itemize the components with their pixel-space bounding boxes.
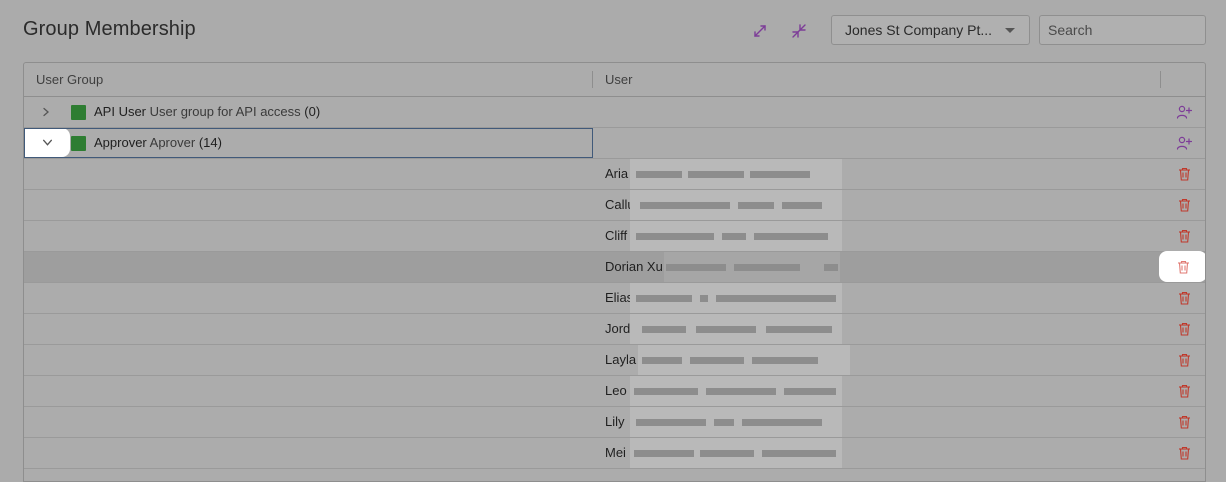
add-user-icon[interactable] bbox=[1174, 102, 1194, 122]
redacted-email bbox=[630, 407, 842, 437]
redacted-email bbox=[630, 314, 842, 344]
page-header: Group Membership Jones St Company Pt... bbox=[0, 0, 1226, 62]
user-row[interactable]: Jord bbox=[24, 314, 1205, 345]
redacted-email bbox=[630, 190, 842, 220]
chevron-right-icon[interactable] bbox=[38, 104, 54, 120]
redacted-email bbox=[630, 159, 842, 189]
trash-icon[interactable] bbox=[1174, 195, 1194, 215]
user-name: Layla bbox=[605, 352, 637, 367]
user-row[interactable]: Callu bbox=[24, 190, 1205, 221]
trash-icon[interactable] bbox=[1174, 381, 1194, 401]
group-count: (14) bbox=[198, 135, 222, 150]
user-name: Mei bbox=[605, 445, 626, 460]
user-row[interactable]: Aria bbox=[24, 159, 1205, 190]
column-headers: User Group User bbox=[24, 63, 1205, 97]
redacted-email bbox=[630, 283, 842, 313]
company-select-value: Jones St Company Pt... bbox=[845, 22, 993, 38]
trash-icon[interactable] bbox=[1174, 226, 1194, 246]
user-name: Cliff bbox=[605, 228, 628, 243]
redacted-email bbox=[630, 221, 842, 251]
user-row[interactable]: Elias bbox=[24, 283, 1205, 314]
redacted-email bbox=[664, 252, 840, 282]
group-count: (0) bbox=[304, 104, 321, 119]
collapse-group-button[interactable] bbox=[24, 128, 70, 157]
company-select[interactable]: Jones St Company Pt... bbox=[831, 15, 1030, 45]
trash-icon[interactable] bbox=[1159, 251, 1205, 282]
user-row[interactable]: Layla bbox=[24, 345, 1205, 376]
group-label: API User User group for API access (0) bbox=[94, 97, 320, 127]
column-header-user[interactable]: User bbox=[605, 63, 632, 96]
search-input[interactable] bbox=[1039, 15, 1206, 45]
user-row[interactable]: Leo bbox=[24, 376, 1205, 407]
redacted-email bbox=[630, 438, 842, 468]
user-name: Aria bbox=[605, 166, 629, 181]
group-name: API User bbox=[94, 104, 147, 119]
user-name: Leo bbox=[605, 383, 627, 398]
group-label: Approver Aprover (14) bbox=[94, 128, 222, 158]
user-row[interactable]: Dorian Xu bbox=[24, 251, 1205, 283]
trash-icon[interactable] bbox=[1174, 350, 1194, 370]
expand-all-icon[interactable] bbox=[750, 21, 770, 41]
redacted-email bbox=[630, 376, 842, 406]
group-description: User group for API access bbox=[149, 104, 301, 119]
page-title: Group Membership bbox=[23, 18, 196, 40]
user-name: Jord bbox=[605, 321, 631, 336]
chevron-down-icon bbox=[1005, 28, 1015, 33]
trash-icon[interactable] bbox=[1174, 164, 1194, 184]
group-name: Approver bbox=[94, 135, 147, 150]
group-description: Aprover bbox=[149, 135, 196, 150]
group-color-swatch bbox=[71, 136, 86, 151]
user-name: Lily bbox=[605, 414, 625, 429]
group-color-swatch bbox=[71, 105, 86, 120]
group-membership-grid: User Group User API User User group for … bbox=[23, 62, 1206, 482]
user-name: Dorian Xu bbox=[605, 259, 663, 274]
column-resize-handle[interactable] bbox=[1160, 71, 1161, 88]
collapse-all-icon[interactable] bbox=[789, 21, 809, 41]
user-row[interactable]: Mei bbox=[24, 438, 1205, 469]
group-row-api-user[interactable]: API User User group for API access (0) bbox=[24, 97, 1205, 128]
trash-icon[interactable] bbox=[1174, 288, 1194, 308]
trash-icon[interactable] bbox=[1174, 319, 1194, 339]
group-row-approver[interactable]: Approver Aprover (14) bbox=[24, 128, 1205, 159]
trash-icon[interactable] bbox=[1174, 443, 1194, 463]
redacted-email bbox=[638, 345, 850, 375]
user-row[interactable]: Lily bbox=[24, 407, 1205, 438]
column-header-user-group[interactable]: User Group bbox=[36, 63, 103, 96]
column-resize-handle[interactable] bbox=[592, 71, 593, 88]
user-name: Elias bbox=[605, 290, 634, 305]
trash-icon[interactable] bbox=[1174, 412, 1194, 432]
add-user-icon[interactable] bbox=[1174, 133, 1194, 153]
user-row[interactable]: Cliff bbox=[24, 221, 1205, 252]
